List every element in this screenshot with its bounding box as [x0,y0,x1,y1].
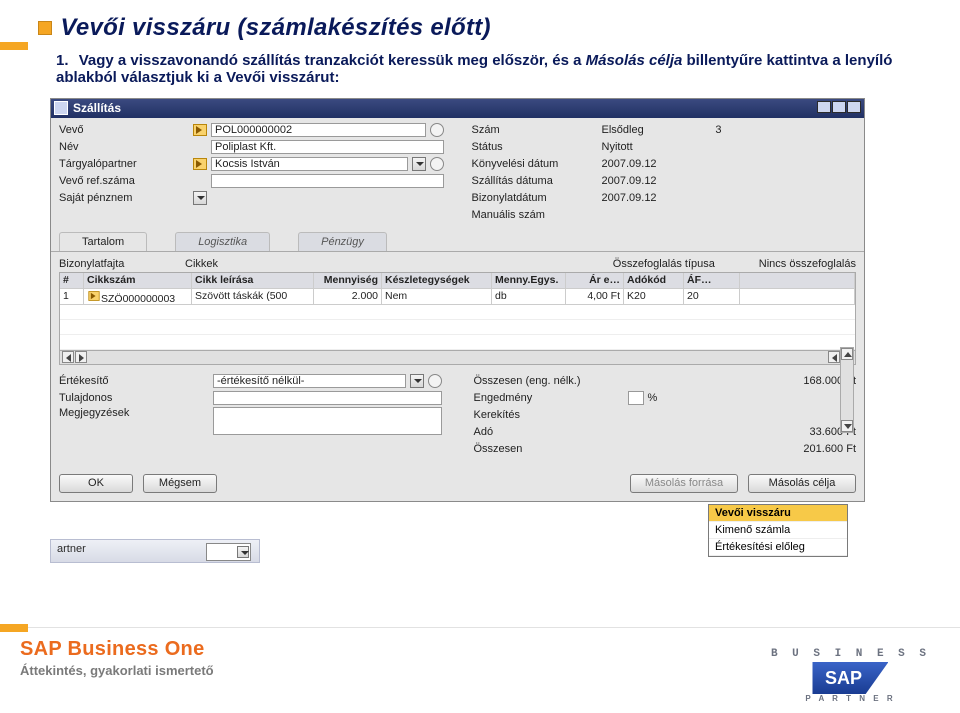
link-arrow-icon[interactable] [193,124,207,136]
label-biz: Bizonylatdátum [472,192,596,204]
col-ar[interactable]: Ár e… [566,273,624,288]
label-osszeseng: Összesen (eng. nélk.) [474,375,624,387]
col-cikkszam[interactable]: Cikkszám [84,273,192,288]
label-konyv: Könyvelési dátum [472,158,596,170]
tab-logisztika[interactable]: Logisztika [175,232,270,251]
minimize-icon[interactable] [817,101,831,113]
dropdown-icon[interactable] [412,157,426,171]
logo-partner-text: P A R T N E R [771,694,930,703]
label-bizfajta: Bizonylatfajta [59,258,179,270]
scroll-right-icon[interactable] [75,351,87,363]
value-osszesen: 201.600 Ft [774,443,856,455]
value-osszefog: Nincs összefoglalás [759,258,856,270]
tab-penzugy[interactable]: Pénzügy [298,232,387,251]
label-statusz: Státus [472,141,596,153]
body-text-1: Vagy a visszavonandó szállítás tranzakci… [79,52,582,69]
label-ref: Vevő ref.száma [59,175,189,187]
scroll-up-icon[interactable] [841,348,853,360]
window-menu-icon[interactable] [54,101,68,115]
close-icon[interactable] [847,101,861,113]
dropdown-item-kimeno[interactable]: Kimenő számla [709,522,847,539]
label-osszefog: Összefoglalás típusa [613,258,753,270]
label-vevo: Vevő [59,124,189,136]
col-hash[interactable]: # [60,273,84,288]
sap-partner-logo: B U S I N E S S SAP P A R T N E R [771,648,930,703]
label-kerekites: Kerekítés [474,409,624,421]
ok-button[interactable]: OK [59,474,133,493]
label-szall: Szállítás dátuma [472,175,596,187]
dropdown-icon[interactable] [410,374,424,388]
list-number: 1. [56,52,69,69]
scroll-left-icon[interactable] [62,351,74,363]
input-megjegyzes[interactable] [213,407,442,435]
copy-to-button[interactable]: Másolás célja [748,474,856,493]
copy-from-button[interactable]: Másolás forrása [630,474,738,493]
col-leiras[interactable]: Cikk leírása [192,273,314,288]
link-arrow-icon [88,291,99,301]
col-adokod[interactable]: Adókód [624,273,684,288]
window-titlebar[interactable]: Szállítás [51,99,864,118]
value-bizfajta: Cikkek [185,258,218,270]
tab-tartalom[interactable]: Tartalom [59,232,147,251]
input-nev[interactable]: Poliplast Kft. [211,140,444,154]
maximize-icon[interactable] [832,101,846,113]
label-targyalo: Tárgyalópartner [59,158,189,170]
label-osszesen: Összesen [474,443,624,455]
line-items-grid[interactable]: # Cikkszám Cikk leírása Mennyiség Készle… [59,272,856,365]
logo-business-text: B U S I N E S S [771,648,930,660]
slide-body-text: 1. Vagy a visszavonandó szállítás tranza… [0,42,960,86]
label-ado: Adó [474,426,624,438]
input-vevo[interactable]: POL000000002 [211,123,426,137]
value-szam: 3 [674,124,722,136]
label-engedmeny: Engedmény [474,392,624,404]
label-szam: Szám [472,124,596,136]
label-tulajdonos: Tulajdonos [59,392,209,404]
link-arrow-icon[interactable] [193,158,207,170]
input-tulajdonos[interactable] [213,391,442,405]
sap-window: Szállítás Vevő POL000000002 Név Poliplas… [50,98,865,502]
input-engedmeny-pct[interactable] [628,391,644,405]
copy-to-dropdown[interactable]: Vevői visszáru Kimenő számla Értékesítés… [708,504,848,557]
cancel-button[interactable]: Mégsem [143,474,217,493]
lookup-button[interactable] [430,123,444,137]
value-statusz: Nyitott [600,141,633,153]
col-mennyiseg[interactable]: Mennyiség [314,273,382,288]
scroll-down-icon[interactable] [841,420,853,432]
sap-logo-icon: SAP [812,662,888,694]
dropdown-item-eloleg[interactable]: Értékesítési előleg [709,539,847,556]
label-ertekesito: Értékesítő [59,375,209,387]
col-afa[interactable]: ÁF… [684,273,740,288]
scroll-left-icon[interactable] [828,351,840,363]
stripe-top [0,42,28,50]
col-mennyegys[interactable]: Menny.Egys. [492,273,566,288]
bullet-square-icon [38,21,52,35]
table-row[interactable]: 1 SZÖ000000003 Szövött táskák (500 2.000… [60,289,855,305]
value-szam-prefix: Elsődleg [600,124,670,136]
currency-dropdown[interactable] [193,191,207,205]
pct-sign: % [648,392,658,404]
col-keszlet[interactable]: Készletegységek [382,273,492,288]
body-italic: Másolás célja [586,52,683,69]
ghost-combo[interactable] [206,543,251,561]
lookup-button[interactable] [430,157,444,171]
input-ertekesito[interactable]: -értékesítő nélkül- [213,374,406,388]
vertical-scrollbar[interactable] [840,347,854,433]
dropdown-item-visszaru[interactable]: Vevői visszáru [709,505,847,522]
window-title: Szállítás [73,101,121,115]
label-megjegyzes: Megjegyzések [59,407,209,419]
lookup-button[interactable] [428,374,442,388]
value-szall[interactable]: 2007.09.12 [600,175,678,187]
slide-title: Vevői visszáru (számlakészítés előtt) [60,14,490,41]
value-biz[interactable]: 2007.09.12 [600,192,678,204]
value-konyv[interactable]: 2007.09.12 [600,158,678,170]
label-nev: Név [59,141,189,153]
dropdown-icon [237,546,249,558]
input-targyalo[interactable]: Kocsis István [211,157,408,171]
input-ref[interactable] [211,174,444,188]
label-sajat: Saját pénznem [59,192,189,204]
label-man: Manuális szám [472,209,596,221]
stripe-bottom [0,624,28,632]
